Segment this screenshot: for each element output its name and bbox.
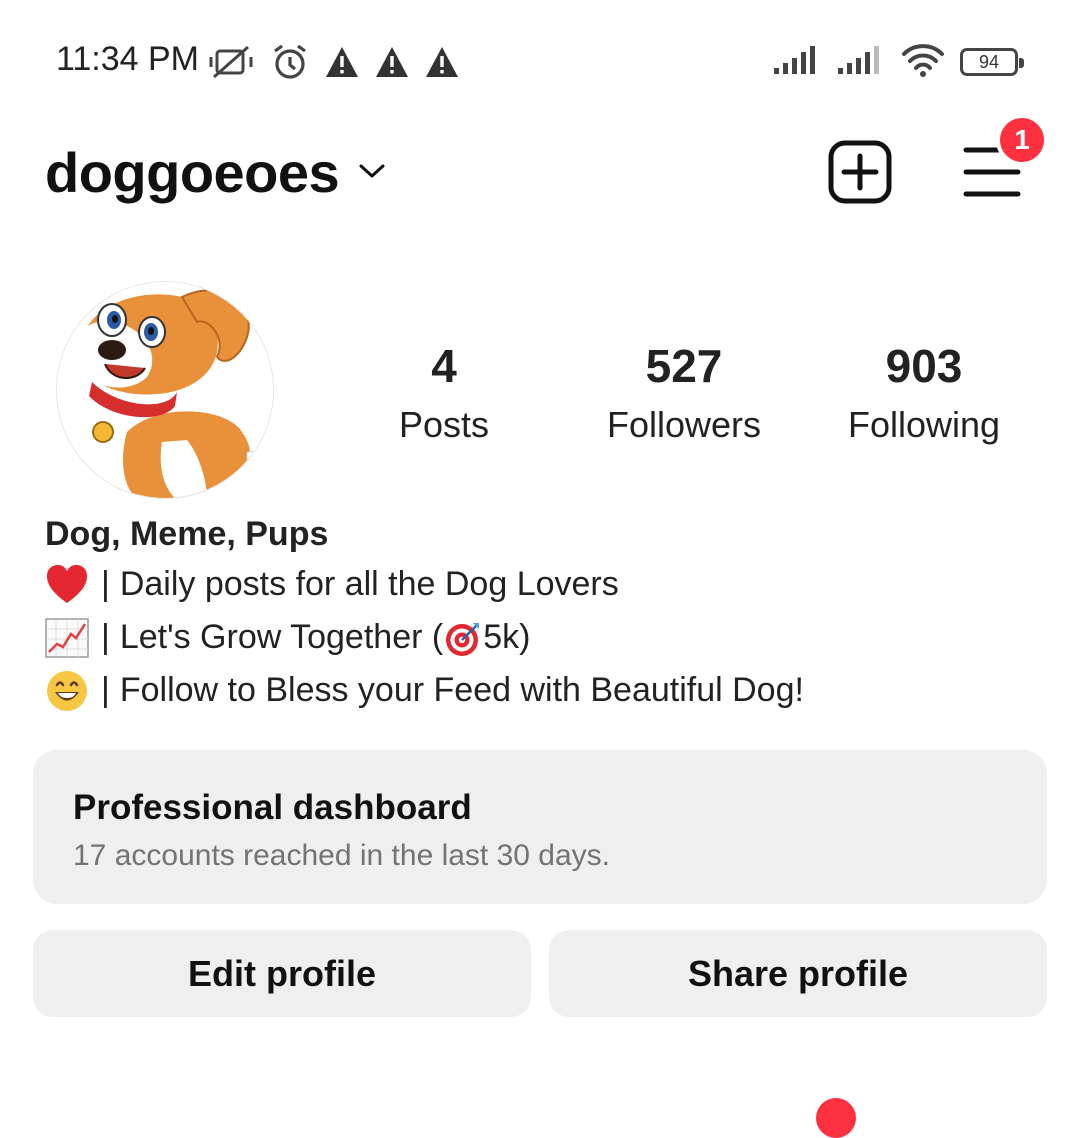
bio-line: | Let's Grow Together ( 5k)	[45, 611, 1045, 664]
status-bar: 11:34 PM 94	[0, 0, 1080, 120]
bio-separator: |	[101, 565, 110, 603]
stat-following[interactable]: 903 Following	[814, 338, 1034, 450]
chevron-down-icon[interactable]	[358, 162, 386, 185]
warning-icon	[424, 45, 460, 79]
profile-bio: Dog, Meme, Pups | Daily posts for all th…	[45, 510, 1045, 717]
vibrate-off-icon	[206, 43, 256, 81]
warning-icon	[374, 45, 410, 79]
account-switcher-username[interactable]: doggoeoes	[45, 140, 340, 205]
grinning-face-icon	[45, 669, 89, 713]
wifi-icon	[900, 42, 946, 83]
bio-text: Follow to Bless your Feed with Beautiful…	[119, 671, 804, 709]
bio-line: | Follow to Bless your Feed with Beautif…	[45, 664, 1045, 717]
professional-dashboard-card[interactable]: Professional dashboard 17 accounts reach…	[33, 750, 1047, 904]
bio-text: Let's Grow Together (	[119, 618, 444, 656]
signal-icon	[772, 44, 822, 81]
avatar[interactable]	[56, 281, 274, 499]
bio-separator: |	[101, 671, 110, 709]
status-time: 11:34 PM	[56, 40, 200, 78]
status-icons-left	[206, 40, 460, 84]
stat-posts-value: 4	[431, 340, 457, 392]
chart-increasing-icon	[45, 616, 89, 660]
alarm-icon	[270, 42, 310, 82]
warning-icon	[324, 45, 360, 79]
signal-icon	[836, 44, 886, 81]
stat-followers-value: 527	[645, 340, 723, 392]
red-heart-icon	[45, 563, 89, 607]
battery-icon: 94	[960, 48, 1024, 76]
notification-badge: 1	[996, 114, 1048, 166]
dog-cartoon-avatar	[57, 282, 273, 498]
new-post-button[interactable]	[828, 140, 892, 204]
status-icons-right: 94	[772, 40, 1024, 84]
notification-dot	[816, 1098, 856, 1138]
dashboard-title: Professional dashboard	[73, 788, 472, 827]
plus-square-icon	[828, 140, 892, 204]
target-icon	[445, 620, 481, 656]
stat-posts-label: Posts	[398, 404, 490, 445]
profile-header: doggoeoes 1	[0, 114, 1080, 230]
stat-following-value: 903	[885, 340, 963, 392]
bio-text: Daily posts for all the Dog Lovers	[119, 565, 619, 603]
battery-level: 94	[978, 51, 1000, 72]
bio-line: | Daily posts for all the Dog Lovers	[45, 558, 1045, 611]
bio-text: 5k)	[483, 618, 531, 656]
share-profile-button[interactable]: Share profile	[549, 930, 1047, 1017]
stat-followers[interactable]: 527 Followers	[574, 338, 794, 450]
stat-posts[interactable]: 4 Posts	[334, 338, 554, 450]
bio-name: Dog, Meme, Pups	[45, 515, 329, 553]
stat-followers-label: Followers	[606, 404, 762, 445]
edit-profile-button[interactable]: Edit profile	[33, 930, 531, 1017]
dashboard-subtitle: 17 accounts reached in the last 30 days.	[73, 839, 611, 872]
stat-following-label: Following	[847, 404, 1001, 445]
bio-separator: |	[101, 618, 110, 656]
